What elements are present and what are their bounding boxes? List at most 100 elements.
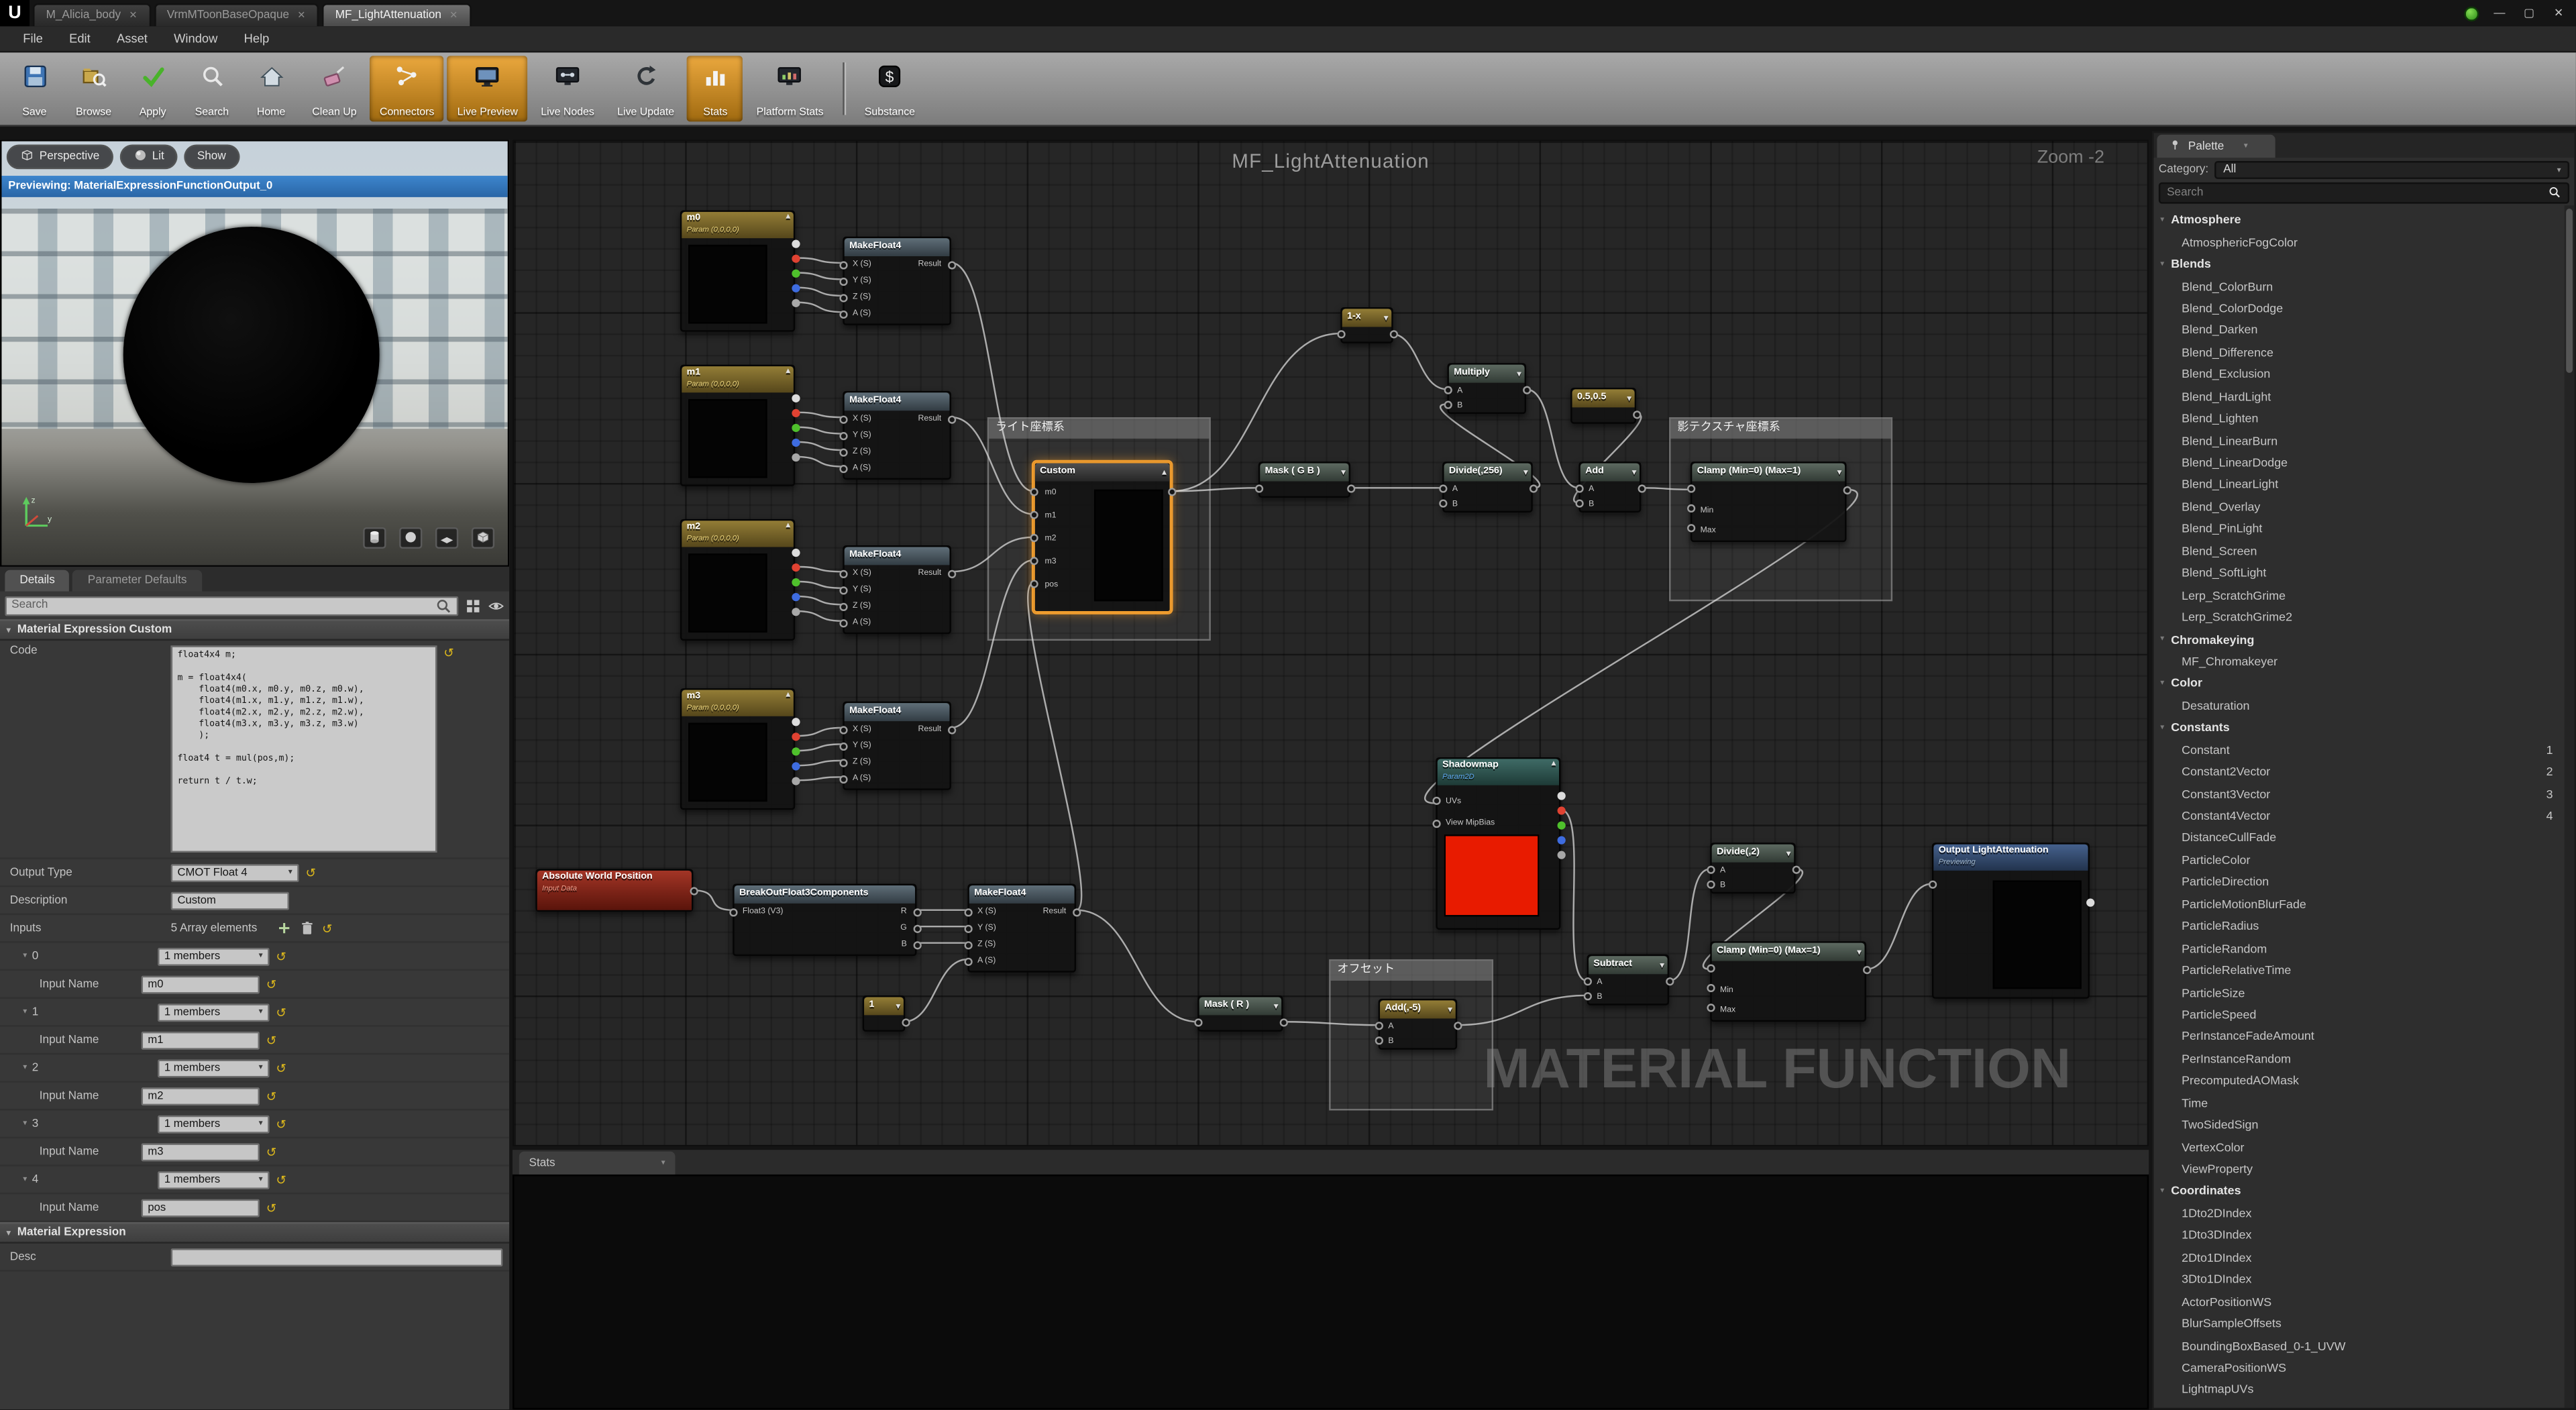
palette-group-atmosphere[interactable]: ▾Atmosphere: [2154, 209, 2575, 231]
close-tab-icon[interactable]: ✕: [449, 10, 458, 21]
graph-node-shadowmap[interactable]: ShadowmapParam2D▴UVsView MipBias: [1436, 757, 1560, 930]
grid-view-icon[interactable]: [465, 597, 481, 613]
pin[interactable]: [690, 887, 698, 895]
pin[interactable]: [1707, 965, 1715, 973]
pin[interactable]: [1575, 484, 1583, 492]
members-dropdown[interactable]: 1 members▾: [158, 947, 270, 965]
members-dropdown[interactable]: 1 members▾: [158, 1003, 270, 1021]
pin[interactable]: [948, 415, 956, 423]
palette-group-chromakeying[interactable]: ▾Chromakeying: [2154, 628, 2575, 650]
palette-group-blends[interactable]: ▾Blends: [2154, 253, 2575, 275]
pin[interactable]: [792, 578, 800, 586]
pin[interactable]: [792, 409, 800, 417]
pin[interactable]: [792, 453, 800, 462]
palette-item-boundingboxbased-0-1-uvw[interactable]: BoundingBoxBased_0-1_UVW: [2154, 1334, 2575, 1356]
pin[interactable]: [948, 570, 956, 578]
collapse-icon[interactable]: ▴: [1552, 761, 1556, 769]
graph-node-custom[interactable]: Custom▴m0m1m2m3pos: [1033, 462, 1171, 612]
preview-shape-cylinder-button[interactable]: [363, 527, 386, 549]
palette-item-1dto2dindex[interactable]: 1Dto2DIndex: [2154, 1202, 2575, 1224]
chevron-down-icon[interactable]: ▾: [1627, 391, 1631, 407]
palette-item-atmosphericfogcolor[interactable]: AtmosphericFogColor: [2154, 231, 2575, 253]
pin[interactable]: [792, 240, 800, 248]
pin[interactable]: [948, 725, 956, 733]
pin[interactable]: [1707, 866, 1715, 874]
palette-item-blend-linearburn[interactable]: Blend_LinearBurn: [2154, 429, 2575, 451]
section-material-expression-custom[interactable]: ▾ Material Expression Custom: [0, 619, 509, 641]
chevron-down-icon[interactable]: ▾: [1786, 846, 1790, 862]
palette-group-coordinates[interactable]: ▾Coordinates: [2154, 1180, 2575, 1202]
graph-node-mask-gb[interactable]: Mask ( G B )▾: [1258, 462, 1350, 498]
palette-item-particlemotionblurfade[interactable]: ParticleMotionBlurFade: [2154, 893, 2575, 915]
pin[interactable]: [1558, 821, 1566, 829]
graph-node-m2[interactable]: m2Param (0,0,0,0)▴: [680, 519, 795, 641]
pin[interactable]: [1558, 836, 1566, 844]
graph-editor[interactable]: ライト座標系影テクスチャ座標系オフセット MATERIAL FUNCTION m…: [513, 140, 2149, 1146]
graph-node-mask-r[interactable]: Mask ( R )▾: [1197, 995, 1283, 1032]
palette-item-constant4vector[interactable]: Constant4Vector4: [2154, 805, 2575, 827]
pin[interactable]: [1168, 488, 1176, 496]
graph-node-m0[interactable]: m0Param (0,0,0,0)▴: [680, 210, 795, 331]
palette-scrollbar[interactable]: [2565, 205, 2575, 1408]
graph-node-multiply[interactable]: Multiply▾AB: [1447, 363, 1526, 414]
pin[interactable]: [792, 394, 800, 402]
unreal-logo-icon[interactable]: U: [0, 0, 30, 26]
reset-to-default-icon[interactable]: ↺: [266, 1088, 276, 1103]
viewport-button-perspective[interactable]: Perspective: [7, 145, 113, 170]
graph-node-add-neg5[interactable]: Add(,-5)▾AB: [1379, 999, 1458, 1050]
input-name-field[interactable]: m2: [142, 1087, 260, 1105]
pin[interactable]: [1194, 1018, 1202, 1026]
palette-item-perinstancefadeamount[interactable]: PerInstanceFadeAmount: [2154, 1026, 2575, 1048]
toolbar-button-live-nodes[interactable]: Live Nodes: [531, 56, 604, 121]
pin[interactable]: [1707, 984, 1715, 992]
pin[interactable]: [792, 439, 800, 447]
reset-to-default-icon[interactable]: ↺: [305, 865, 315, 879]
scrollbar-thumb[interactable]: [2566, 209, 2573, 373]
palette-item-twosidedsign[interactable]: TwoSidedSign: [2154, 1114, 2575, 1136]
graph-node-add[interactable]: Add▾AB: [1578, 462, 1641, 512]
toolbar-button-save[interactable]: Save: [7, 56, 62, 121]
palette-item-particlerandom[interactable]: ParticleRandom: [2154, 937, 2575, 959]
graph-node-makefloat4-5[interactable]: MakeFloat4X (S)ResultY (S)Z (S)A (S): [967, 884, 1076, 973]
toolbar-button-stats[interactable]: Stats: [688, 56, 743, 121]
pin[interactable]: [1558, 792, 1566, 800]
code-editor[interactable]: float4x4 m; m = float4x4( float4(m0.x, m…: [171, 645, 437, 853]
members-dropdown[interactable]: 1 members▾: [158, 1115, 270, 1133]
palette-group-constants[interactable]: ▾Constants: [2154, 716, 2575, 739]
toolbar-button-platform-stats[interactable]: Platform Stats: [747, 56, 833, 121]
graph-node-makefloat4-1[interactable]: MakeFloat4X (S)ResultY (S)Z (S)A (S): [843, 237, 951, 325]
chevron-down-icon[interactable]: ▾: [2244, 142, 2248, 152]
minimize-button[interactable]: —: [2491, 7, 2509, 19]
pin[interactable]: [1030, 557, 1038, 565]
close-button[interactable]: ✕: [2550, 7, 2568, 20]
menu-file[interactable]: File: [10, 28, 56, 50]
input-name-field[interactable]: m0: [142, 975, 260, 993]
pin[interactable]: [1432, 820, 1440, 828]
preview-shape-sphere-button[interactable]: [399, 527, 422, 549]
output-type-dropdown[interactable]: CMOT Float 4 ▾: [171, 863, 299, 881]
graph-node-clamp-1[interactable]: Clamp (Min=0) (Max=1)▾MinMax: [1690, 462, 1847, 542]
reset-to-default-icon[interactable]: ↺: [443, 645, 453, 660]
toolbar-button-live-update[interactable]: Live Update: [607, 56, 684, 121]
pin[interactable]: [902, 1018, 910, 1026]
palette-item-blend-lineardodge[interactable]: Blend_LinearDodge: [2154, 451, 2575, 474]
pin[interactable]: [1529, 484, 1538, 492]
graph-node-subtract[interactable]: Subtract▾AB: [1587, 955, 1669, 1006]
pin[interactable]: [1439, 484, 1447, 492]
reset-to-default-icon[interactable]: ↺: [276, 948, 286, 963]
pin[interactable]: [914, 908, 922, 916]
graph-node-output-lightattenuation[interactable]: Output LightAttenuationPreviewing: [1932, 843, 2090, 999]
preview-shape-cube-button[interactable]: [472, 527, 494, 549]
palette-item-lerp-scratchgrime2[interactable]: Lerp_ScratchGrime2: [2154, 606, 2575, 628]
palette-item-blend-hardlight[interactable]: Blend_HardLight: [2154, 385, 2575, 407]
pin[interactable]: [1030, 580, 1038, 588]
chevron-down-icon[interactable]: ▾: [1384, 311, 1388, 327]
pin[interactable]: [1584, 992, 1592, 1000]
reset-to-default-icon[interactable]: ↺: [276, 1116, 286, 1131]
pin[interactable]: [792, 593, 800, 601]
palette-item-blursampleoffsets[interactable]: BlurSampleOffsets: [2154, 1312, 2575, 1334]
toolbar-button-connectors[interactable]: Connectors: [370, 56, 444, 121]
palette-item-particlerelativetime[interactable]: ParticleRelativeTime: [2154, 959, 2575, 981]
palette-item-blend-lighten[interactable]: Blend_Lighten: [2154, 407, 2575, 429]
chevron-down-icon[interactable]: ▾: [1837, 465, 1841, 481]
